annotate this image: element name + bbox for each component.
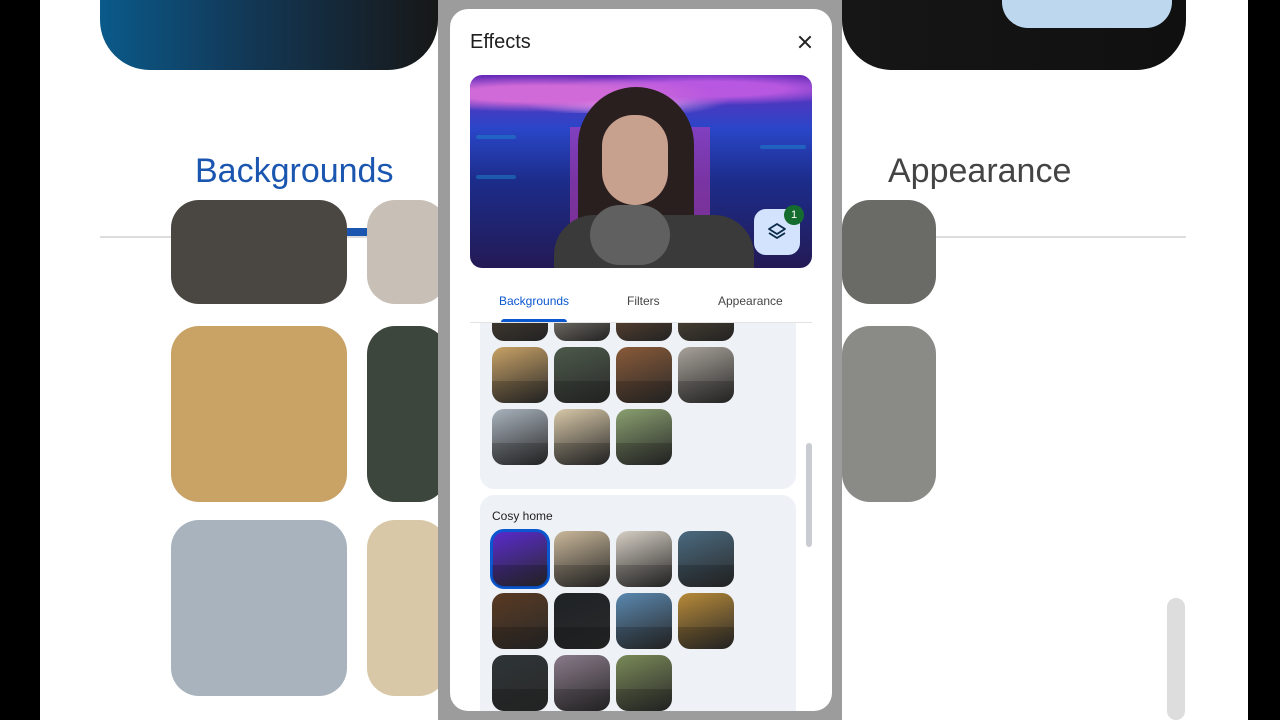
- background-thumbnail[interactable]: [616, 531, 672, 587]
- backdrop-tab-backgrounds: Backgrounds: [195, 152, 394, 190]
- backdrop-tile: [171, 200, 347, 304]
- backdrop-scrollbar: [1167, 598, 1185, 720]
- background-thumbnail[interactable]: [616, 409, 672, 465]
- backdrop-tile: [171, 520, 347, 696]
- background-thumbnail[interactable]: [678, 593, 734, 649]
- background-thumbnail[interactable]: [492, 593, 548, 649]
- person-face: [602, 115, 668, 205]
- screen: Backgrounds Appearance Effects 1 Backgro…: [0, 0, 1280, 720]
- backdrop-tile: [171, 326, 347, 502]
- background-thumbnail[interactable]: [554, 655, 610, 711]
- scrollbar[interactable]: [806, 443, 812, 547]
- background-section-cosy-home: Cosy home: [480, 495, 796, 711]
- backdrop-tile: [842, 200, 936, 304]
- layers-icon: [768, 223, 786, 239]
- tab-filters[interactable]: Filters: [627, 294, 660, 308]
- background-thumbnail[interactable]: [616, 655, 672, 711]
- preview-shelf: [476, 135, 516, 139]
- backdrop-left: Backgrounds: [0, 0, 438, 720]
- tab-appearance[interactable]: Appearance: [718, 294, 783, 308]
- dialog-title: Effects: [470, 31, 531, 53]
- backdrop-tile: [367, 200, 438, 304]
- background-thumbnail[interactable]: [554, 347, 610, 403]
- effects-count-badge: 1: [784, 205, 804, 225]
- background-thumbnail[interactable]: [492, 323, 548, 341]
- background-thumbnail[interactable]: [492, 409, 548, 465]
- background-thumbnail[interactable]: [492, 347, 548, 403]
- background-thumbnail[interactable]: [490, 529, 550, 589]
- preview-shelf: [476, 175, 516, 179]
- backdrop-edge: [0, 0, 40, 720]
- background-thumbnail[interactable]: [554, 593, 610, 649]
- background-thumbnail[interactable]: [554, 531, 610, 587]
- background-thumbnail[interactable]: [616, 593, 672, 649]
- background-thumbnail[interactable]: [492, 655, 548, 711]
- background-thumbnail[interactable]: [554, 409, 610, 465]
- close-icon[interactable]: [794, 31, 816, 53]
- tab-backgrounds[interactable]: Backgrounds: [499, 294, 569, 308]
- person-scarf: [590, 205, 670, 265]
- backdrop-header: [100, 0, 438, 70]
- background-thumbnail[interactable]: [678, 323, 734, 341]
- camera-preview: 1: [470, 75, 812, 268]
- preview-shelf: [760, 145, 806, 149]
- effects-tabs: Backgrounds Filters Appearance: [470, 289, 812, 323]
- background-thumbnail[interactable]: [678, 531, 734, 587]
- tab-indicator: [501, 319, 567, 322]
- background-thumbnail[interactable]: [678, 347, 734, 403]
- background-thumbnail[interactable]: [616, 347, 672, 403]
- backdrop-tab-appearance: Appearance: [888, 152, 1072, 190]
- backdrop-pill: [1002, 0, 1172, 28]
- backdrop-edge: [1248, 0, 1280, 720]
- background-section: [480, 323, 796, 489]
- backdrop-tile: [842, 326, 936, 502]
- backgrounds-list[interactable]: Cosy home: [470, 323, 812, 711]
- effects-dialog: Effects 1 Backgrounds Filters Appearance…: [450, 9, 832, 711]
- background-thumbnail[interactable]: [554, 323, 610, 341]
- background-thumbnail[interactable]: [616, 323, 672, 341]
- section-label: Cosy home: [492, 509, 553, 523]
- backdrop-tile: [367, 326, 438, 502]
- backdrop-right: Appearance: [842, 0, 1280, 720]
- backdrop-tile: [367, 520, 438, 696]
